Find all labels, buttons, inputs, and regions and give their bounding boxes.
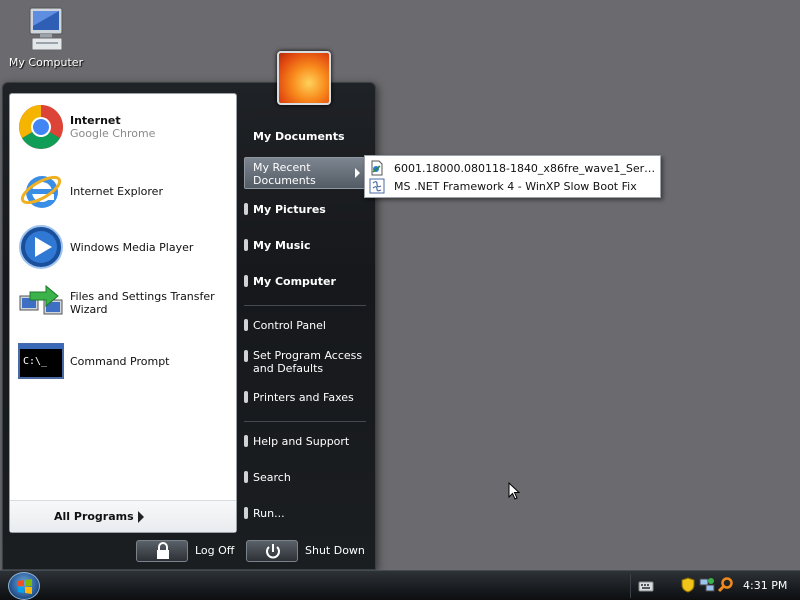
right-item-label-line2: Documents	[253, 174, 316, 187]
shut-down-label: Shut Down	[305, 544, 365, 557]
all-programs-label: All Programs	[54, 510, 134, 523]
right-item-my-computer[interactable]: My Computer	[253, 275, 336, 288]
bullet-icon	[244, 239, 248, 251]
computer-icon	[22, 4, 70, 54]
log-off-button[interactable]	[136, 540, 188, 562]
right-item-my-music[interactable]: My Music	[253, 239, 311, 252]
pinned-title: Internet	[70, 114, 121, 127]
program-transfer-wizard[interactable]: Files and Settings Transfer Wizard	[18, 280, 215, 326]
right-item-label: Control Panel	[253, 319, 326, 332]
programs-pane: Internet Google Chrome Internet Explorer	[9, 93, 237, 533]
start-button[interactable]	[8, 572, 40, 600]
bullet-icon	[244, 435, 248, 447]
program-label: Internet Explorer	[70, 184, 163, 198]
keyboard-icon[interactable]	[638, 579, 654, 593]
recent-documents-submenu: 6001.18000.080118-1840_x86fre_wave1_Serv…	[364, 155, 661, 198]
right-item-run[interactable]: Run...	[253, 507, 285, 520]
right-item-label: Help and Support	[253, 435, 350, 448]
recent-document-label: MS .NET Framework 4 - WinXP Slow Boot Fi…	[394, 179, 637, 193]
recent-document-label: 6001.18000.080118-1840_x86fre_wave1_Serv…	[394, 161, 656, 175]
search-icon[interactable]	[718, 577, 734, 593]
clock[interactable]: 4:31 PM	[743, 579, 787, 592]
svg-text:C:\_: C:\_	[23, 356, 48, 367]
bullet-icon	[244, 275, 248, 287]
bullet-icon	[244, 471, 248, 483]
right-item-label: My Music	[253, 239, 311, 252]
right-item-label: Printers and Faxes	[253, 391, 354, 404]
bullet-icon	[244, 391, 248, 403]
program-windows-media-player[interactable]: Windows Media Player	[18, 224, 193, 270]
right-item-label: My Pictures	[253, 203, 326, 216]
right-item-label: My Documents	[253, 130, 345, 143]
program-command-prompt[interactable]: C:\_ Command Prompt	[18, 338, 170, 384]
right-item-label-line1: My Recent	[253, 161, 311, 174]
pinned-item-internet[interactable]: Internet Google Chrome	[18, 104, 155, 150]
transfer-wizard-icon	[18, 280, 64, 326]
right-item-label: My Computer	[253, 275, 336, 288]
bullet-icon	[244, 319, 248, 331]
right-item-label: Run...	[253, 507, 285, 520]
program-internet-explorer[interactable]: Internet Explorer	[18, 168, 163, 214]
power-icon	[266, 544, 280, 559]
program-label: Windows Media Player	[70, 240, 194, 254]
all-programs-button[interactable]: All Programs	[10, 500, 236, 532]
right-item-set-program-access[interactable]: Set Program Access and Defaults	[253, 349, 362, 375]
taskbar: 4:31 PM	[0, 570, 800, 600]
bullet-icon	[244, 203, 248, 215]
right-item-label-line1: Set Program Access	[253, 349, 363, 362]
right-item-my-pictures[interactable]: My Pictures	[253, 203, 326, 216]
right-item-my-documents[interactable]: My Documents	[253, 130, 345, 143]
recent-document-item[interactable]: 6001.18000.080118-1840_x86fre_wave1_Serv…	[369, 159, 657, 177]
separator	[244, 305, 366, 306]
pinned-subtitle: Google Chrome	[70, 127, 156, 140]
recent-document-item[interactable]: MS .NET Framework 4 - WinXP Slow Boot Fi…	[369, 177, 657, 195]
media-player-icon	[18, 224, 64, 270]
chrome-icon	[18, 104, 64, 150]
arrow-right-icon	[355, 168, 360, 178]
arrow-right-icon	[138, 511, 144, 523]
desktop-icon-my-computer[interactable]: My Computer	[6, 4, 86, 69]
internet-explorer-icon	[18, 168, 64, 214]
network-icon[interactable]	[699, 577, 715, 593]
document-icon	[369, 160, 385, 176]
lock-icon	[157, 542, 169, 559]
right-item-printers-and-faxes[interactable]: Printers and Faxes	[253, 391, 354, 404]
script-icon	[369, 178, 385, 194]
shut-down-button[interactable]	[246, 540, 298, 562]
separator	[244, 421, 366, 422]
shield-icon[interactable]	[681, 577, 695, 593]
program-label-line2: Wizard	[70, 303, 108, 316]
log-off-label: Log Off	[195, 544, 235, 557]
right-item-help-and-support[interactable]: Help and Support	[253, 435, 349, 448]
program-label-line1: Files and Settings Transfer	[70, 290, 215, 303]
bullet-icon	[244, 507, 248, 519]
windows-logo-icon	[18, 579, 32, 594]
right-item-control-panel[interactable]: Control Panel	[253, 319, 326, 332]
right-item-label: Search	[253, 471, 291, 484]
program-label: Command Prompt	[70, 354, 170, 368]
right-item-label-line2: and Defaults	[253, 362, 324, 375]
right-item-my-recent-label: My Recent Documents	[253, 161, 316, 187]
tray-separator	[630, 574, 631, 598]
mouse-cursor-icon	[508, 482, 521, 500]
right-item-search[interactable]: Search	[253, 471, 291, 484]
desktop-icon-label: My Computer	[8, 56, 84, 69]
bullet-icon	[244, 350, 248, 362]
user-picture[interactable]	[277, 51, 331, 105]
command-prompt-icon: C:\_	[18, 338, 64, 384]
